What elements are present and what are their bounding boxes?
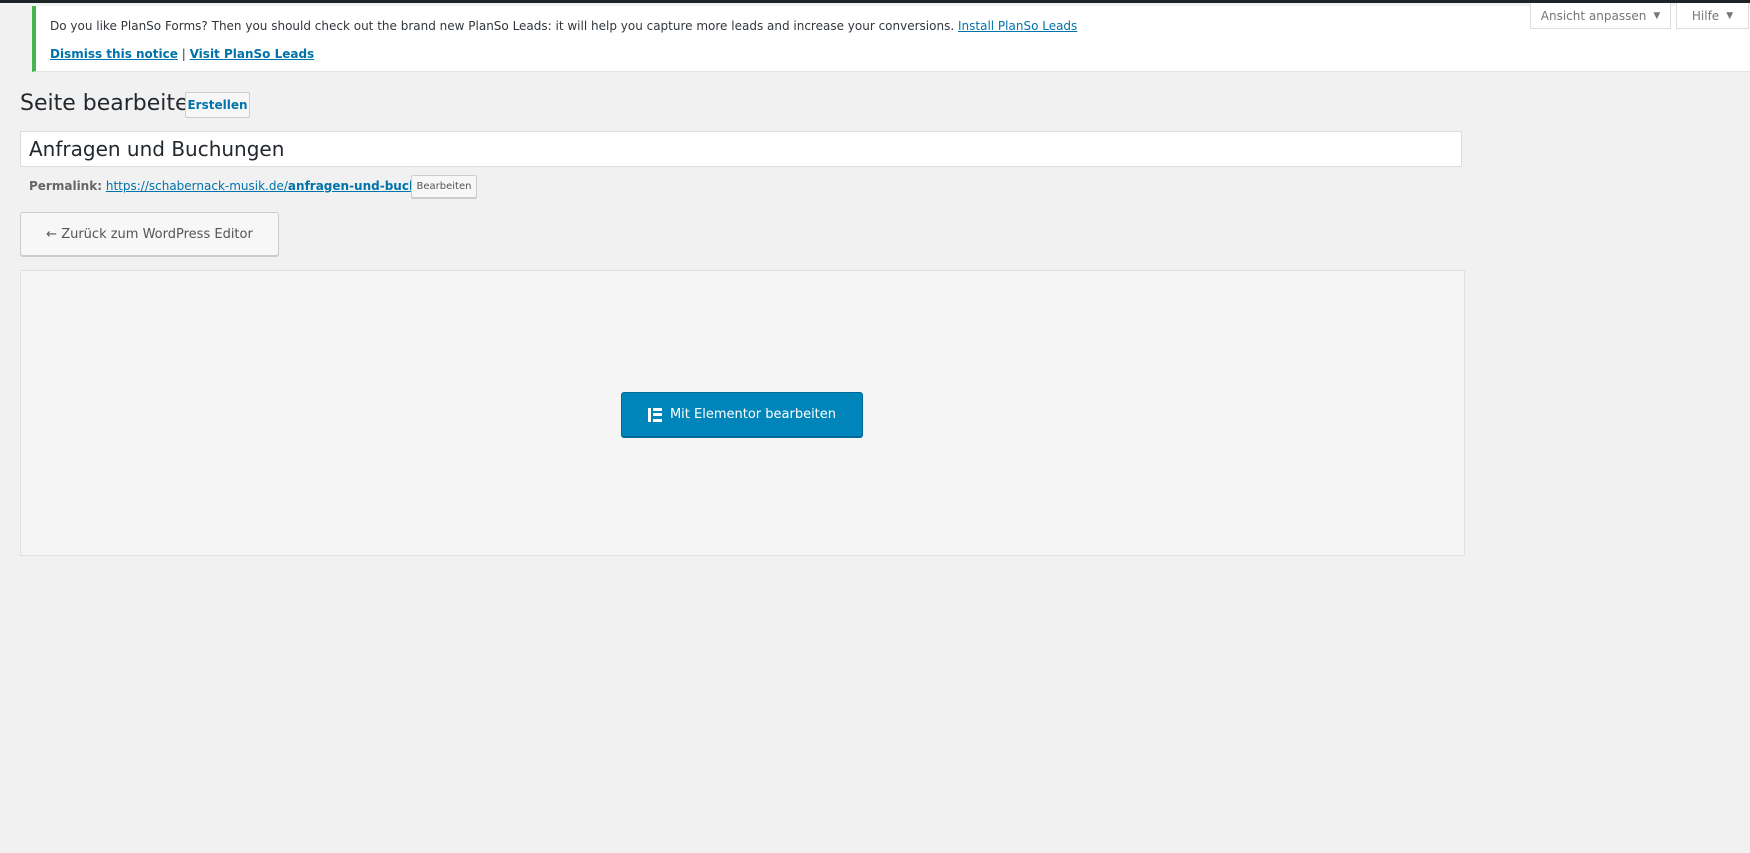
top-strip	[0, 0, 1750, 3]
screen-options-label: Ansicht anpassen	[1540, 8, 1647, 23]
help-label: Hilfe	[1691, 8, 1720, 23]
help-tab[interactable]: Hilfe ▼	[1676, 3, 1749, 29]
post-title-input[interactable]	[20, 131, 1462, 167]
notice-separator: |	[181, 47, 186, 61]
elementor-icon	[647, 407, 662, 422]
permalink-base: https://schabernack-musik.de/	[105, 179, 288, 193]
screen-options-tab[interactable]: Ansicht anpassen ▼	[1530, 3, 1671, 29]
caret-down-icon: ▼	[1726, 10, 1734, 21]
caret-down-icon: ▼	[1653, 10, 1661, 21]
notice-text: Do you like PlanSo Forms? Then you shoul…	[50, 19, 955, 33]
back-to-wordpress-editor-button[interactable]: ← Zurück zum WordPress Editor	[20, 212, 279, 256]
permalink-row: Permalink: https://schabernack-musik.de/…	[29, 179, 464, 193]
plugin-notice: Do you like PlanSo Forms? Then you shoul…	[32, 6, 1750, 72]
edit-permalink-button[interactable]: Bearbeiten	[411, 175, 477, 198]
visit-planso-leads-link[interactable]: Visit PlanSo Leads	[190, 47, 315, 61]
notice-actions: Dismiss this notice | Visit PlanSo Leads	[50, 47, 314, 61]
permalink-label: Permalink:	[29, 179, 103, 193]
notice-message: Do you like PlanSo Forms? Then you shoul…	[50, 19, 1077, 33]
create-page-button[interactable]: Erstellen	[185, 92, 250, 118]
install-planso-leads-link[interactable]: Install PlanSo Leads	[958, 19, 1077, 33]
dismiss-notice-link[interactable]: Dismiss this notice	[50, 47, 178, 61]
edit-with-elementor-label: Mit Elementor bearbeiten	[669, 407, 837, 422]
edit-with-elementor-button[interactable]: Mit Elementor bearbeiten	[621, 392, 863, 438]
page-title: Seite bearbeiten	[20, 91, 203, 116]
